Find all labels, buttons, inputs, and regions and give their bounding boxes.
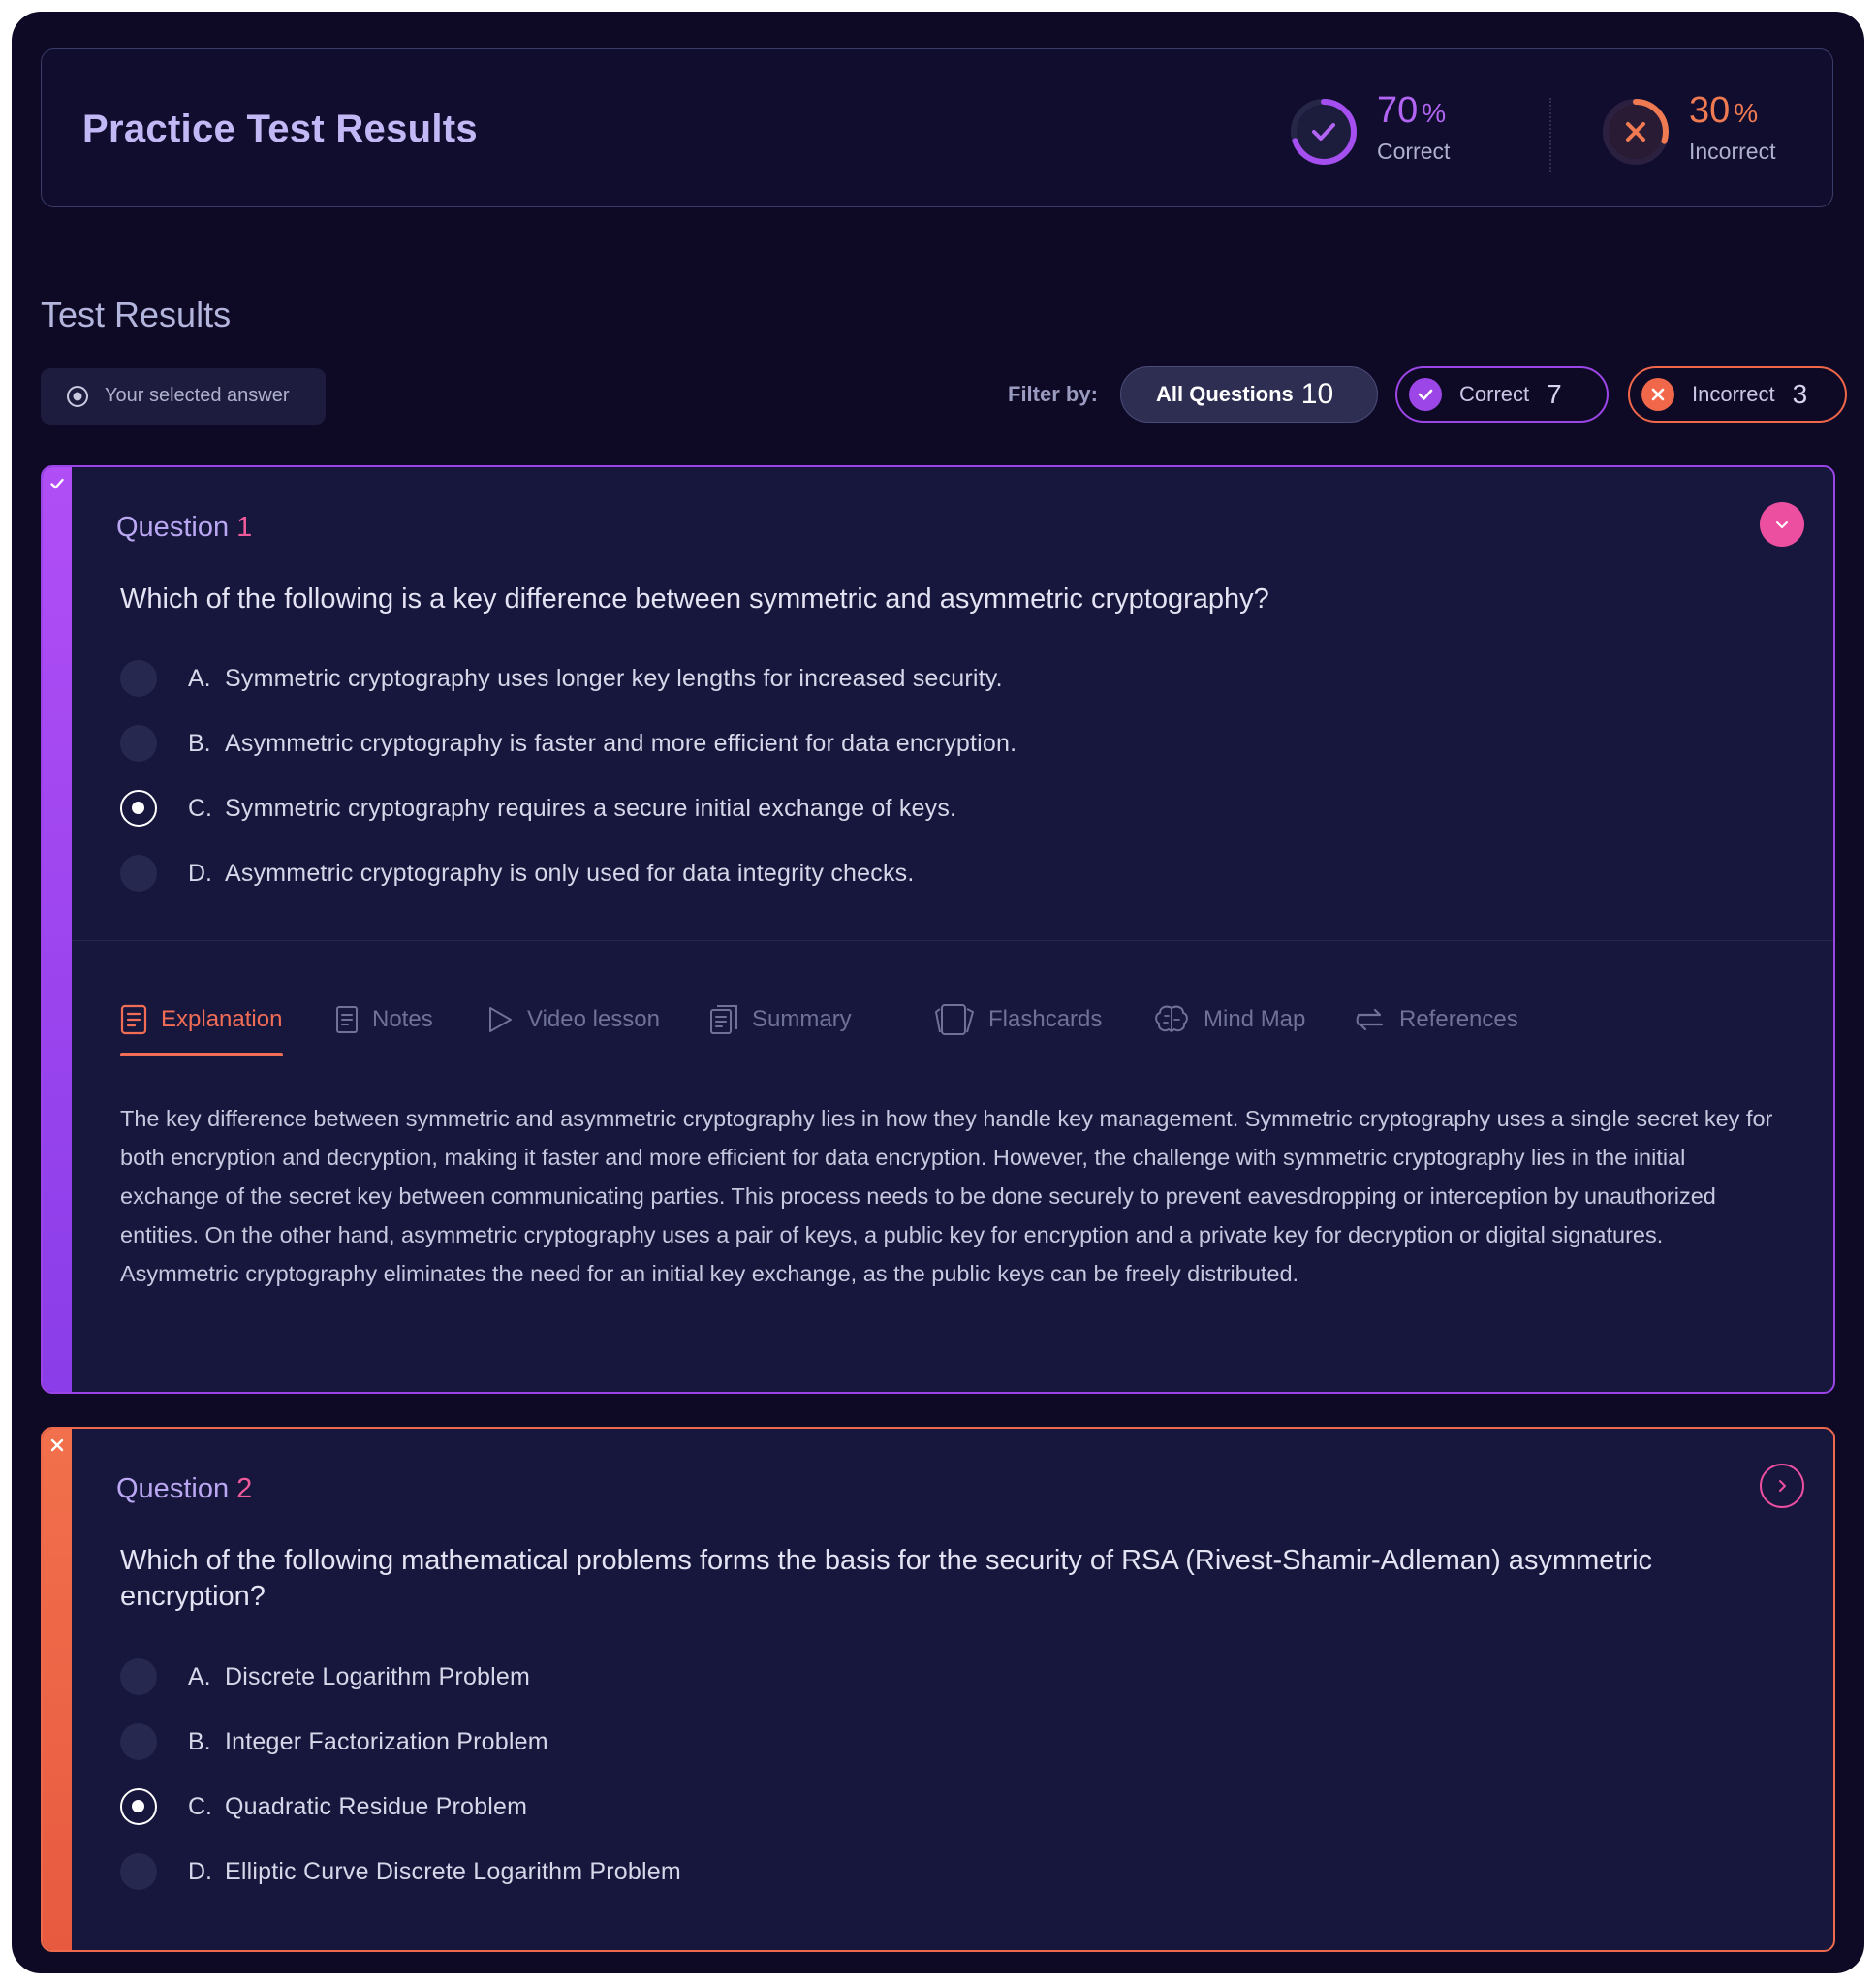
selected-answer-legend: Your selected answer: [41, 368, 326, 425]
tab-notes[interactable]: Notes: [335, 998, 433, 1041]
explanation-text: The key difference between symmetric and…: [120, 1106, 1773, 1286]
tab-summary[interactable]: Summary: [709, 998, 852, 1041]
notes-icon: [336, 1006, 358, 1033]
correct-status-strip: [43, 467, 72, 1392]
filter-correct[interactable]: Correct 7: [1395, 366, 1609, 423]
correct-percent: 70%: [1377, 90, 1447, 131]
tab-mind-map[interactable]: Mind Map: [1153, 998, 1305, 1041]
filter-all-questions[interactable]: All Questions 10: [1120, 366, 1378, 423]
expand-button[interactable]: [1760, 1464, 1804, 1508]
tab-label: Summary: [752, 1006, 852, 1032]
filter-correct-count: 7: [1547, 379, 1562, 409]
tab-references[interactable]: References: [1355, 998, 1518, 1041]
option-text: Symmetric cryptography requires a secure…: [225, 795, 957, 822]
swap-arrows-icon: [1356, 1008, 1384, 1031]
question-text: Which of the following mathematical prob…: [120, 1545, 1653, 1612]
filter-incorrect-count: 3: [1792, 379, 1808, 409]
option-radio[interactable]: [120, 1723, 157, 1760]
question-card-2: Question 2 Which of the following mathema…: [41, 1427, 1835, 1952]
stat-separator: [1549, 98, 1551, 172]
option-letter: C.: [188, 795, 212, 822]
filter-incorrect-label: Incorrect: [1692, 382, 1775, 406]
option-radio[interactable]: [120, 1658, 157, 1695]
option-text: Discrete Logarithm Problem: [225, 1663, 531, 1690]
question-title: Question 2: [116, 1473, 253, 1504]
option-text: Quadratic Residue Problem: [225, 1793, 528, 1820]
active-tab-indicator: [120, 1053, 283, 1056]
option-letter: D.: [188, 860, 212, 887]
tab-video-lesson[interactable]: Video lesson: [486, 998, 660, 1041]
chevron-down-icon: [1776, 521, 1788, 528]
option-text: Asymmetric cryptography is faster and mo…: [225, 730, 1017, 757]
play-icon: [489, 1007, 512, 1032]
section-divider: [72, 940, 1833, 941]
x-circle-icon: [1642, 378, 1674, 411]
question-title: Question 1: [116, 512, 253, 543]
option-letter: A.: [188, 1663, 211, 1690]
option-letter: B.: [188, 730, 211, 757]
tab-label: Notes: [372, 1006, 433, 1032]
option-letter: C.: [188, 1793, 212, 1820]
correct-progress-ring: [1291, 99, 1357, 165]
tab-label: Mind Map: [1204, 1006, 1306, 1032]
option-radio[interactable]: [120, 855, 157, 892]
chevron-right-icon: [1779, 1480, 1786, 1492]
x-icon: [50, 1438, 64, 1452]
option-radio-selected[interactable]: [120, 790, 157, 827]
document-icon: [120, 1004, 147, 1035]
filter-correct-label: Correct: [1459, 382, 1530, 406]
option-text: Elliptic Curve Discrete Logarithm Proble…: [225, 1858, 681, 1885]
brain-icon: [1155, 1005, 1188, 1032]
option-radio[interactable]: [120, 1853, 157, 1890]
filter-all-count: 10: [1300, 378, 1334, 410]
correct-label: Correct: [1377, 139, 1451, 164]
tab-explanation[interactable]: Explanation: [120, 998, 283, 1056]
summary-icon: [710, 1005, 737, 1034]
incorrect-percent: 30%: [1689, 90, 1759, 131]
check-icon: [50, 478, 64, 489]
incorrect-status-strip: [43, 1429, 72, 1950]
legend-text: Your selected answer: [105, 385, 290, 406]
app-frame: Practice Test Results 70% Correct 30% In…: [12, 12, 1864, 1973]
option-letter: B.: [188, 1728, 211, 1755]
flashcards-icon: [935, 1004, 974, 1035]
option-radio[interactable]: [120, 725, 157, 762]
option-text: Asymmetric cryptography is only used for…: [225, 860, 915, 887]
question-text: Which of the following is a key differen…: [120, 583, 1269, 614]
option-text: Symmetric cryptography uses longer key l…: [225, 665, 1003, 692]
filter-all-label: All Questions: [1156, 382, 1294, 406]
option-radio-selected[interactable]: [120, 1788, 157, 1825]
filter-label: Filter by:: [1008, 382, 1098, 406]
tab-flashcards[interactable]: Flashcards: [934, 998, 1102, 1041]
option-letter: D.: [188, 1858, 212, 1885]
option-letter: A.: [188, 665, 211, 692]
incorrect-progress-ring: [1603, 99, 1669, 165]
collapse-button[interactable]: [1760, 502, 1804, 547]
tab-label: Explanation: [161, 1006, 283, 1032]
section-title: Test Results: [41, 295, 232, 334]
check-circle-icon: [1409, 378, 1442, 411]
question-card-1: Question 1 Which of the following is a ke…: [41, 465, 1835, 1394]
results-header: Practice Test Results 70% Correct 30% In…: [41, 48, 1833, 207]
filter-incorrect[interactable]: Incorrect 3: [1628, 366, 1847, 423]
incorrect-label: Incorrect: [1689, 139, 1776, 164]
option-text: Integer Factorization Problem: [225, 1728, 548, 1755]
tab-label: References: [1399, 1006, 1518, 1032]
tab-label: Video lesson: [527, 1006, 660, 1032]
option-radio[interactable]: [120, 660, 157, 697]
page-title: Practice Test Results: [82, 108, 478, 150]
tab-label: Flashcards: [988, 1006, 1103, 1032]
radio-selected-icon: [67, 386, 88, 407]
